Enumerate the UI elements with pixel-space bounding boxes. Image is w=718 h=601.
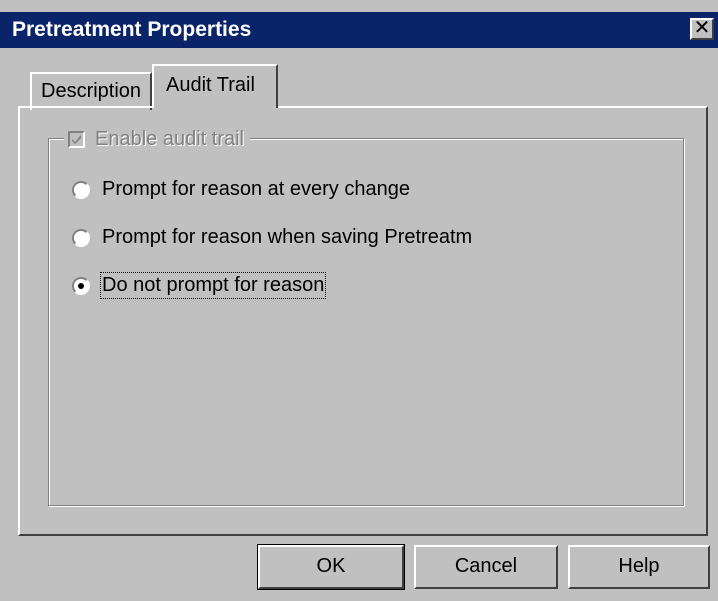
radio-prompt-every-change[interactable]: Prompt for reason at every change — [72, 178, 410, 201]
close-button[interactable]: ✕ — [690, 18, 714, 40]
radio-label: Prompt for reason at every change — [102, 178, 410, 200]
tab-description-label: Description — [41, 80, 142, 102]
tab-audit-trail-label: Audit Trail — [166, 74, 255, 96]
radio-button-icon — [72, 180, 90, 199]
enable-audit-trail-checkbox[interactable]: Enable audit trail — [64, 126, 250, 152]
properties-dialog: Pretreatment Properties ✕ Description Au… — [0, 0, 718, 601]
radio-prompt-when-saving[interactable]: Prompt for reason when saving Pretreatm — [72, 226, 472, 249]
cancel-button[interactable]: Cancel — [414, 545, 558, 589]
radio-dot — [78, 282, 84, 289]
radio-label: Do not prompt for reason — [99, 272, 327, 299]
title-bar[interactable]: Pretreatment Properties ✕ — [0, 12, 718, 48]
dialog-title: Pretreatment Properties — [12, 18, 252, 41]
radio-button-selected-icon — [72, 276, 90, 295]
enable-audit-trail-label: Enable audit trail — [95, 127, 244, 150]
radio-do-not-prompt[interactable]: Do not prompt for reason — [72, 272, 327, 299]
ok-button[interactable]: OK — [257, 544, 405, 590]
checkbox-box — [68, 130, 85, 148]
tab-description[interactable]: Description — [30, 72, 152, 110]
checkmark-icon — [72, 134, 81, 144]
tab-audit-trail[interactable]: Audit Trail — [152, 64, 278, 108]
close-icon: ✕ — [693, 17, 711, 39]
radio-label: Prompt for reason when saving Pretreatm — [102, 226, 473, 248]
radio-button-icon — [72, 228, 90, 247]
help-button[interactable]: Help — [568, 545, 710, 589]
